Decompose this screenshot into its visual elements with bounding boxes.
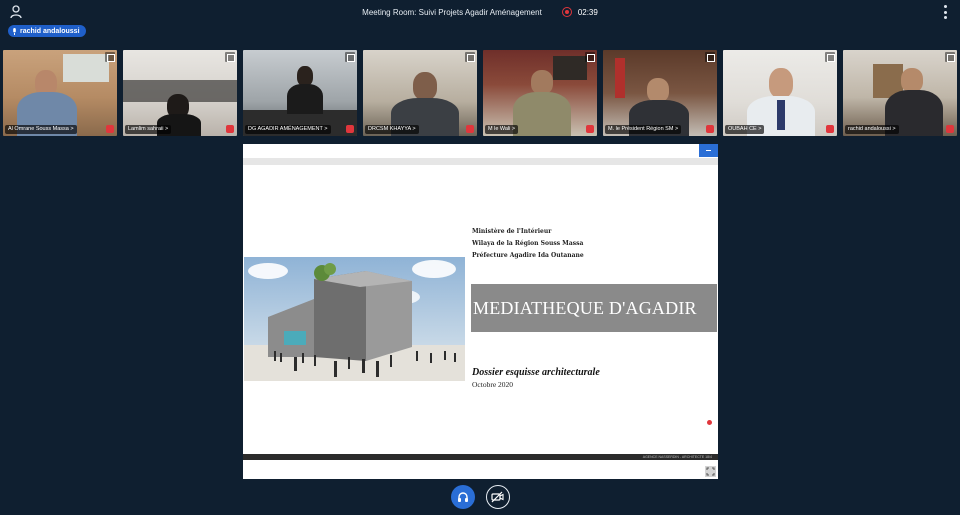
- minimize-share-button[interactable]: [699, 144, 718, 157]
- slide-title-bar: MEDIATHEQUE D'AGADIR: [471, 284, 717, 332]
- muted-mic-icon: [226, 125, 234, 133]
- participant-name: Lamlim sahraii >: [125, 125, 172, 134]
- expand-icon[interactable]: [345, 52, 355, 62]
- muted-mic-icon: [706, 125, 714, 133]
- participant-strip: Al Omrane Souss Massa > Lamlim sahraii >…: [3, 50, 959, 136]
- expand-icon[interactable]: [825, 52, 835, 62]
- top-bar: Meeting Room: Suivi Projets Agadir Aména…: [0, 0, 960, 24]
- participant-tile[interactable]: rachid andaloussi >: [843, 50, 957, 136]
- slide-footer-bar: AGENCE NASSERDIN - ARCHITECTE 18/4: [243, 454, 718, 460]
- participant-tile[interactable]: Al Omrane Souss Massa >: [3, 50, 117, 136]
- slide-footer-text: AGENCE NASSERDIN - ARCHITECTE 18/4: [642, 455, 712, 459]
- participant-name: M le Wali >: [485, 125, 519, 134]
- muted-mic-icon: [346, 125, 354, 133]
- participant-tile[interactable]: OUBAH CE >: [723, 50, 837, 136]
- participant-tile[interactable]: DG AGADIR AMÉNAGEMENT >: [243, 50, 357, 136]
- participant-tile[interactable]: DRCSM KHAYYA >: [363, 50, 477, 136]
- slide-top-strip: [243, 158, 718, 165]
- meeting-timer: 02:39: [577, 7, 598, 17]
- active-speaker-name: rachid andaloussi: [20, 27, 80, 35]
- record-icon: [561, 7, 572, 17]
- participant-tile[interactable]: Lamlim sahraii >: [123, 50, 237, 136]
- expand-icon[interactable]: [465, 52, 475, 62]
- participant-name: OUBAH CE >: [725, 125, 765, 134]
- muted-mic-icon: [466, 125, 474, 133]
- muted-mic-icon: [826, 125, 834, 133]
- participant-tile[interactable]: M. le Président Région SM >: [603, 50, 717, 136]
- video-button[interactable]: [485, 485, 510, 509]
- recording-indicator: 02:39: [561, 7, 598, 17]
- kebab-menu-icon[interactable]: [942, 5, 948, 19]
- participant-tile[interactable]: M le Wali >: [483, 50, 597, 136]
- participant-name: Al Omrane Souss Massa >: [5, 125, 77, 134]
- slide-title: MEDIATHEQUE D'AGADIR: [473, 297, 697, 318]
- slide-organization-block: Ministère de l'Intérieur Wilaya de la Ré…: [472, 226, 584, 262]
- laser-pointer-dot: [707, 420, 712, 425]
- participant-name: DRCSM KHAYYA >: [365, 125, 419, 134]
- participant-name: DG AGADIR AMÉNAGEMENT >: [245, 125, 331, 134]
- muted-mic-icon: [946, 125, 954, 133]
- slide-org-line: Ministère de l'Intérieur: [472, 228, 552, 235]
- expand-icon[interactable]: [225, 52, 235, 62]
- muted-mic-icon: [586, 125, 594, 133]
- expand-icon[interactable]: [585, 52, 595, 62]
- slide-org-line: Préfecture Agadire Ida Outanane: [472, 252, 584, 259]
- participant-name: M. le Président Région SM >: [605, 125, 682, 134]
- expand-icon[interactable]: [105, 52, 115, 62]
- camera-off-icon: [491, 491, 504, 503]
- participant-name: rachid andaloussi >: [845, 125, 899, 134]
- expand-icon[interactable]: [945, 52, 955, 62]
- active-speaker-badge: rachid andaloussi: [8, 25, 86, 37]
- expand-icon[interactable]: [705, 52, 715, 62]
- architecture-rendering-image: [244, 257, 465, 381]
- slide-subtitle: Dossier esquisse architecturale: [472, 367, 600, 378]
- microphone-icon: [13, 27, 16, 35]
- call-controls: [0, 485, 960, 511]
- fullscreen-icon[interactable]: [705, 466, 716, 477]
- meeting-title: Meeting Room: Suivi Projets Agadir Aména…: [362, 7, 542, 17]
- participants-icon[interactable]: [10, 5, 22, 19]
- audio-button[interactable]: [450, 485, 475, 509]
- slide-org-line: Wilaya de la Région Souss Massa: [472, 240, 584, 247]
- headphones-icon: [457, 492, 468, 502]
- muted-mic-icon: [106, 125, 114, 133]
- slide-date: Octobre 2020: [472, 380, 514, 389]
- shared-screen[interactable]: Ministère de l'Intérieur Wilaya de la Ré…: [243, 144, 718, 479]
